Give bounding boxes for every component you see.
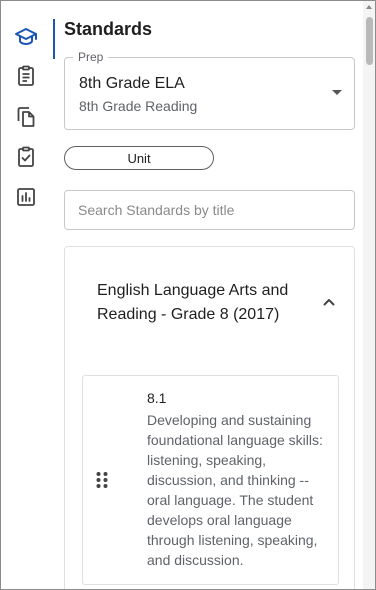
copy-icon (14, 105, 38, 134)
nav-assessments[interactable] (13, 146, 39, 172)
group-title: English Language Arts and Reading - Grad… (97, 282, 289, 323)
unit-button[interactable]: Unit (64, 146, 214, 170)
nav-lessons[interactable] (13, 65, 39, 91)
side-nav-rail (1, 1, 53, 589)
standard-card[interactable]: 8.1 Developing and sustaining foundation… (82, 375, 339, 585)
scrollbar-thumb[interactable] (366, 17, 373, 65)
group-header[interactable]: English Language Arts and Reading - Grad… (65, 247, 354, 357)
standards-window: Standards Prep 8th Grade ELA 8th Grade R… (0, 0, 376, 590)
nav-copies[interactable] (13, 106, 39, 132)
bar-chart-icon (14, 185, 38, 214)
active-indicator (53, 19, 55, 59)
drag-handle-icon[interactable] (95, 470, 109, 490)
panel-title: Standards (64, 19, 153, 39)
search-input[interactable] (65, 191, 354, 229)
prep-label: Prep (73, 50, 109, 64)
standards-panel: Standards Prep 8th Grade ELA 8th Grade R… (64, 1, 355, 589)
standards-group: English Language Arts and Reading - Grad… (64, 246, 355, 589)
chevron-up-icon[interactable] (322, 295, 336, 309)
prep-value: 8th Grade ELA (79, 75, 185, 92)
standard-code: 8.1 (147, 390, 167, 406)
clipboard-icon (14, 64, 38, 93)
nav-standards[interactable] (13, 26, 39, 52)
nav-reports[interactable] (13, 186, 39, 212)
prep-select[interactable]: Prep 8th Grade ELA 8th Grade Reading (64, 50, 355, 130)
graduation-cap-icon (14, 25, 38, 54)
scroll-up-arrow-icon[interactable] (366, 5, 372, 9)
search-field (64, 190, 355, 230)
prep-subtitle: 8th Grade Reading (79, 98, 198, 114)
clipboard-check-icon (14, 145, 38, 174)
dropdown-caret-icon (332, 90, 342, 95)
standard-description: Developing and sustaining foundational l… (147, 412, 323, 568)
scrollbar[interactable] (363, 1, 375, 589)
